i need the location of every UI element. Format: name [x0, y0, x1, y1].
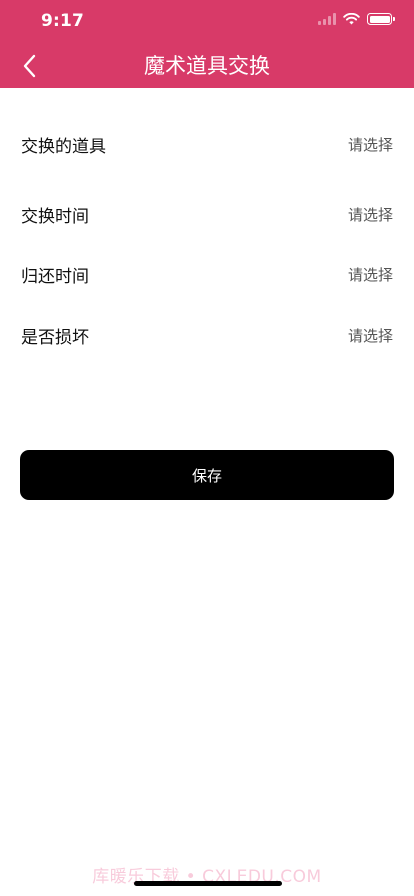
- cellular-signal-icon: [318, 13, 336, 25]
- row-return-time[interactable]: 归还时间 请选择: [0, 252, 414, 296]
- home-indicator: [134, 881, 282, 886]
- battery-level: [369, 15, 390, 23]
- row-label: 交换的道具: [21, 136, 106, 157]
- header-bar: 9:17 魔术道具交换: [0, 0, 414, 88]
- row-value: 请选择: [347, 135, 393, 154]
- page-title: 魔术道具交换: [144, 54, 270, 78]
- row-value: 请选择: [347, 265, 393, 284]
- status-icons: [318, 13, 395, 25]
- wifi-icon: [343, 13, 360, 25]
- row-label: 归还时间: [21, 266, 89, 287]
- row-label: 是否损坏: [21, 327, 89, 348]
- row-damaged[interactable]: 是否损坏 请选择: [0, 313, 414, 357]
- row-value: 请选择: [347, 205, 393, 224]
- status-time: 9:17: [41, 11, 85, 31]
- battery-icon: [367, 13, 395, 25]
- row-label: 交换时间: [21, 206, 89, 227]
- save-button[interactable]: 保存: [20, 450, 394, 500]
- phone-screen: 9:17 魔术道具交换 交换的道具 请选择 交换时间 请选择 归还时间 请选择 …: [0, 0, 414, 896]
- row-value: 请选择: [347, 326, 393, 345]
- row-exchange-time[interactable]: 交换时间 请选择: [0, 192, 414, 236]
- row-exchange-item[interactable]: 交换的道具 请选择: [0, 122, 414, 166]
